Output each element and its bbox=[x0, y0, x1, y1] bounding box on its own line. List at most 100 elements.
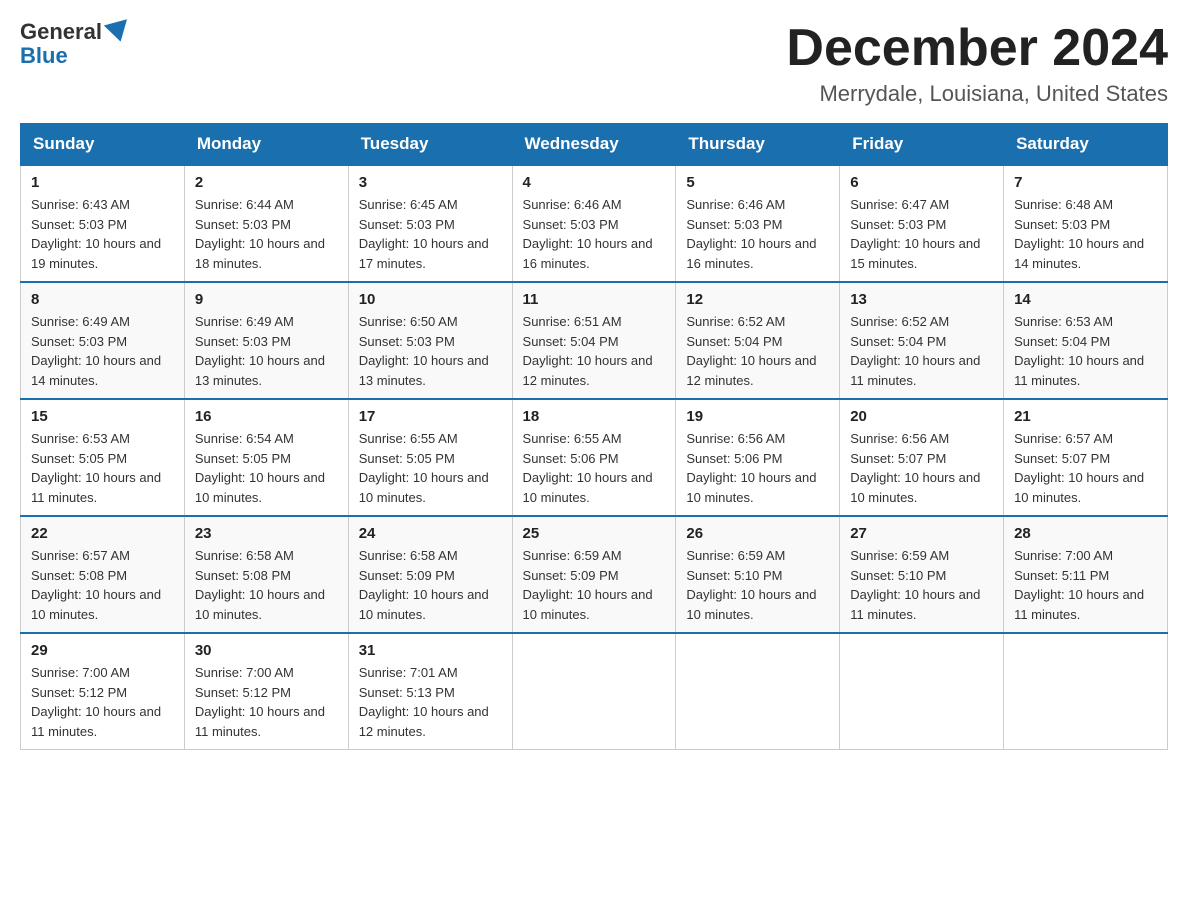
day-number: 13 bbox=[850, 291, 993, 308]
logo-general: General bbox=[20, 20, 102, 44]
day-info: Sunrise: 6:55 AM Sunset: 5:06 PM Dayligh… bbox=[523, 429, 666, 507]
day-number: 25 bbox=[523, 525, 666, 542]
calendar-cell: 19 Sunrise: 6:56 AM Sunset: 5:06 PM Dayl… bbox=[676, 399, 840, 516]
calendar-cell: 3 Sunrise: 6:45 AM Sunset: 5:03 PM Dayli… bbox=[348, 165, 512, 282]
day-info: Sunrise: 6:53 AM Sunset: 5:05 PM Dayligh… bbox=[31, 429, 174, 507]
day-number: 6 bbox=[850, 174, 993, 191]
calendar-cell: 18 Sunrise: 6:55 AM Sunset: 5:06 PM Dayl… bbox=[512, 399, 676, 516]
day-info: Sunrise: 6:44 AM Sunset: 5:03 PM Dayligh… bbox=[195, 195, 338, 273]
day-info: Sunrise: 6:46 AM Sunset: 5:03 PM Dayligh… bbox=[523, 195, 666, 273]
calendar-cell: 31 Sunrise: 7:01 AM Sunset: 5:13 PM Dayl… bbox=[348, 633, 512, 750]
calendar-cell: 11 Sunrise: 6:51 AM Sunset: 5:04 PM Dayl… bbox=[512, 282, 676, 399]
day-info: Sunrise: 6:57 AM Sunset: 5:07 PM Dayligh… bbox=[1014, 429, 1157, 507]
calendar-cell: 29 Sunrise: 7:00 AM Sunset: 5:12 PM Dayl… bbox=[21, 633, 185, 750]
day-number: 28 bbox=[1014, 525, 1157, 542]
day-info: Sunrise: 6:53 AM Sunset: 5:04 PM Dayligh… bbox=[1014, 312, 1157, 390]
day-info: Sunrise: 6:49 AM Sunset: 5:03 PM Dayligh… bbox=[31, 312, 174, 390]
day-info: Sunrise: 6:54 AM Sunset: 5:05 PM Dayligh… bbox=[195, 429, 338, 507]
calendar-cell bbox=[840, 633, 1004, 750]
week-row-2: 8 Sunrise: 6:49 AM Sunset: 5:03 PM Dayli… bbox=[21, 282, 1168, 399]
day-info: Sunrise: 6:50 AM Sunset: 5:03 PM Dayligh… bbox=[359, 312, 502, 390]
day-info: Sunrise: 6:58 AM Sunset: 5:08 PM Dayligh… bbox=[195, 546, 338, 624]
header-saturday: Saturday bbox=[1004, 124, 1168, 166]
day-info: Sunrise: 6:58 AM Sunset: 5:09 PM Dayligh… bbox=[359, 546, 502, 624]
day-number: 7 bbox=[1014, 174, 1157, 191]
day-info: Sunrise: 6:56 AM Sunset: 5:07 PM Dayligh… bbox=[850, 429, 993, 507]
day-info: Sunrise: 6:59 AM Sunset: 5:10 PM Dayligh… bbox=[686, 546, 829, 624]
calendar-cell: 27 Sunrise: 6:59 AM Sunset: 5:10 PM Dayl… bbox=[840, 516, 1004, 633]
day-info: Sunrise: 7:00 AM Sunset: 5:11 PM Dayligh… bbox=[1014, 546, 1157, 624]
day-number: 20 bbox=[850, 408, 993, 425]
day-number: 10 bbox=[359, 291, 502, 308]
calendar-cell: 26 Sunrise: 6:59 AM Sunset: 5:10 PM Dayl… bbox=[676, 516, 840, 633]
day-info: Sunrise: 6:49 AM Sunset: 5:03 PM Dayligh… bbox=[195, 312, 338, 390]
day-number: 22 bbox=[31, 525, 174, 542]
day-info: Sunrise: 7:00 AM Sunset: 5:12 PM Dayligh… bbox=[195, 663, 338, 741]
calendar-cell: 30 Sunrise: 7:00 AM Sunset: 5:12 PM Dayl… bbox=[184, 633, 348, 750]
calendar-cell: 10 Sunrise: 6:50 AM Sunset: 5:03 PM Dayl… bbox=[348, 282, 512, 399]
day-number: 5 bbox=[686, 174, 829, 191]
day-info: Sunrise: 6:52 AM Sunset: 5:04 PM Dayligh… bbox=[850, 312, 993, 390]
week-row-3: 15 Sunrise: 6:53 AM Sunset: 5:05 PM Dayl… bbox=[21, 399, 1168, 516]
header-thursday: Thursday bbox=[676, 124, 840, 166]
day-number: 26 bbox=[686, 525, 829, 542]
calendar-cell: 21 Sunrise: 6:57 AM Sunset: 5:07 PM Dayl… bbox=[1004, 399, 1168, 516]
day-number: 15 bbox=[31, 408, 174, 425]
day-number: 31 bbox=[359, 642, 502, 659]
calendar-cell: 17 Sunrise: 6:55 AM Sunset: 5:05 PM Dayl… bbox=[348, 399, 512, 516]
day-number: 1 bbox=[31, 174, 174, 191]
calendar-cell: 13 Sunrise: 6:52 AM Sunset: 5:04 PM Dayl… bbox=[840, 282, 1004, 399]
day-info: Sunrise: 6:59 AM Sunset: 5:09 PM Dayligh… bbox=[523, 546, 666, 624]
calendar-cell: 15 Sunrise: 6:53 AM Sunset: 5:05 PM Dayl… bbox=[21, 399, 185, 516]
day-number: 12 bbox=[686, 291, 829, 308]
day-number: 11 bbox=[523, 291, 666, 308]
title-area: December 2024 Merrydale, Louisiana, Unit… bbox=[786, 20, 1168, 107]
calendar-cell: 2 Sunrise: 6:44 AM Sunset: 5:03 PM Dayli… bbox=[184, 165, 348, 282]
calendar-cell: 4 Sunrise: 6:46 AM Sunset: 5:03 PM Dayli… bbox=[512, 165, 676, 282]
week-row-5: 29 Sunrise: 7:00 AM Sunset: 5:12 PM Dayl… bbox=[21, 633, 1168, 750]
day-info: Sunrise: 6:43 AM Sunset: 5:03 PM Dayligh… bbox=[31, 195, 174, 273]
day-number: 19 bbox=[686, 408, 829, 425]
calendar-cell: 24 Sunrise: 6:58 AM Sunset: 5:09 PM Dayl… bbox=[348, 516, 512, 633]
calendar-cell bbox=[1004, 633, 1168, 750]
header-sunday: Sunday bbox=[21, 124, 185, 166]
day-number: 2 bbox=[195, 174, 338, 191]
page-header: General Blue December 2024 Merrydale, Lo… bbox=[20, 20, 1168, 107]
day-number: 30 bbox=[195, 642, 338, 659]
day-info: Sunrise: 6:59 AM Sunset: 5:10 PM Dayligh… bbox=[850, 546, 993, 624]
day-info: Sunrise: 6:46 AM Sunset: 5:03 PM Dayligh… bbox=[686, 195, 829, 273]
header-friday: Friday bbox=[840, 124, 1004, 166]
day-number: 9 bbox=[195, 291, 338, 308]
day-number: 21 bbox=[1014, 408, 1157, 425]
day-info: Sunrise: 6:48 AM Sunset: 5:03 PM Dayligh… bbox=[1014, 195, 1157, 273]
day-number: 18 bbox=[523, 408, 666, 425]
calendar-header-row: SundayMondayTuesdayWednesdayThursdayFrid… bbox=[21, 124, 1168, 166]
day-number: 29 bbox=[31, 642, 174, 659]
day-info: Sunrise: 6:51 AM Sunset: 5:04 PM Dayligh… bbox=[523, 312, 666, 390]
calendar-cell: 16 Sunrise: 6:54 AM Sunset: 5:05 PM Dayl… bbox=[184, 399, 348, 516]
day-info: Sunrise: 7:01 AM Sunset: 5:13 PM Dayligh… bbox=[359, 663, 502, 741]
logo-blue: Blue bbox=[20, 43, 68, 68]
calendar-cell bbox=[676, 633, 840, 750]
day-info: Sunrise: 6:56 AM Sunset: 5:06 PM Dayligh… bbox=[686, 429, 829, 507]
calendar-cell: 7 Sunrise: 6:48 AM Sunset: 5:03 PM Dayli… bbox=[1004, 165, 1168, 282]
calendar-cell: 9 Sunrise: 6:49 AM Sunset: 5:03 PM Dayli… bbox=[184, 282, 348, 399]
calendar-cell: 12 Sunrise: 6:52 AM Sunset: 5:04 PM Dayl… bbox=[676, 282, 840, 399]
day-number: 8 bbox=[31, 291, 174, 308]
logo-triangle-icon bbox=[104, 19, 132, 45]
day-number: 16 bbox=[195, 408, 338, 425]
day-number: 14 bbox=[1014, 291, 1157, 308]
month-title: December 2024 bbox=[786, 20, 1168, 77]
calendar-table: SundayMondayTuesdayWednesdayThursdayFrid… bbox=[20, 123, 1168, 750]
calendar-cell: 20 Sunrise: 6:56 AM Sunset: 5:07 PM Dayl… bbox=[840, 399, 1004, 516]
day-number: 17 bbox=[359, 408, 502, 425]
header-wednesday: Wednesday bbox=[512, 124, 676, 166]
week-row-4: 22 Sunrise: 6:57 AM Sunset: 5:08 PM Dayl… bbox=[21, 516, 1168, 633]
day-number: 23 bbox=[195, 525, 338, 542]
day-number: 4 bbox=[523, 174, 666, 191]
location-title: Merrydale, Louisiana, United States bbox=[786, 81, 1168, 107]
logo: General Blue bbox=[20, 20, 130, 68]
day-number: 27 bbox=[850, 525, 993, 542]
day-number: 24 bbox=[359, 525, 502, 542]
header-tuesday: Tuesday bbox=[348, 124, 512, 166]
